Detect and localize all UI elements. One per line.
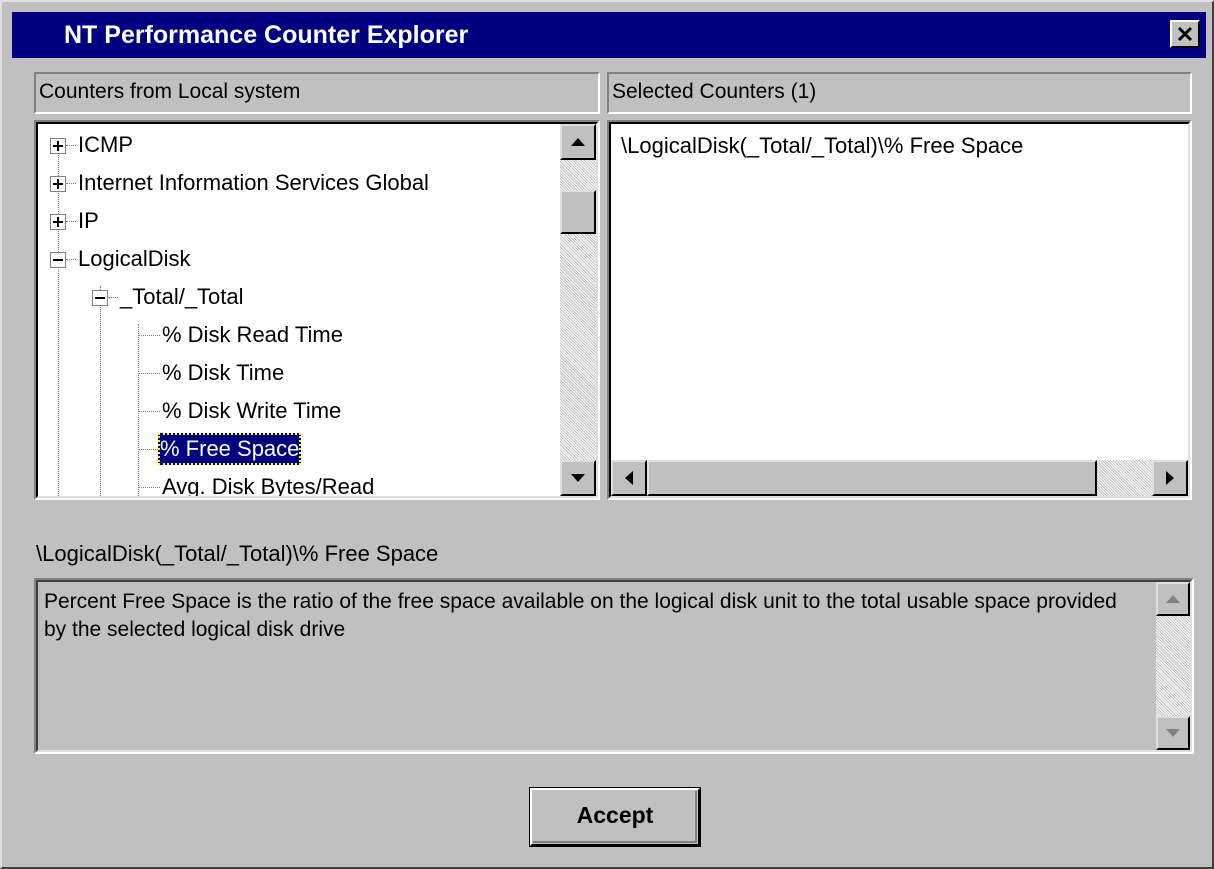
tree-item-label: _Total/_Total — [120, 284, 244, 309]
collapse-minus-icon[interactable] — [50, 252, 66, 268]
scroll-down-button[interactable] — [560, 460, 596, 496]
counter-tree[interactable]: ICMP Internet Information Services Globa… — [34, 120, 600, 500]
counters-header-label: Counters from Local system — [39, 80, 301, 103]
scroll-left-button[interactable] — [611, 460, 647, 496]
tree-item-label: ICMP — [78, 132, 133, 157]
selected-counters-header: Selected Counters (1) — [607, 72, 1192, 114]
scroll-thumb[interactable] — [560, 190, 596, 234]
arrow-down-icon — [1166, 729, 1180, 737]
expand-plus-icon[interactable] — [50, 214, 66, 230]
counter-description-box[interactable]: Percent Free Space is the ratio of the f… — [34, 578, 1194, 754]
tree-item[interactable]: _Total/_Total — [38, 278, 558, 316]
tree-item[interactable]: LogicalDisk — [38, 240, 558, 278]
tree-item[interactable]: % Disk Time — [38, 354, 558, 392]
counter-path-label: \LogicalDisk(_Total/_Total)\% Free Space — [36, 541, 439, 566]
tree-item-label: LogicalDisk — [78, 246, 191, 271]
close-button[interactable] — [1170, 20, 1200, 48]
selected-horizontal-scrollbar[interactable] — [611, 460, 1188, 496]
tree-item-label: % Disk Read Time — [162, 322, 343, 347]
selected-counters-list[interactable]: \LogicalDisk(_Total/_Total)\% Free Space — [607, 120, 1192, 500]
counters-header: Counters from Local system — [34, 72, 600, 114]
close-x-icon — [1177, 26, 1193, 42]
explorer-window: NT Performance Counter Explorer Counters… — [0, 0, 1214, 869]
title-bar[interactable]: NT Performance Counter Explorer — [12, 12, 1206, 58]
scroll-thumb[interactable] — [647, 460, 1097, 496]
accept-button[interactable]: Accept — [529, 787, 701, 847]
window-title: NT Performance Counter Explorer — [64, 21, 469, 49]
scroll-up-button[interactable] — [1156, 582, 1190, 616]
collapse-minus-icon[interactable] — [92, 290, 108, 306]
arrow-up-icon — [571, 138, 585, 146]
scroll-down-button[interactable] — [1156, 716, 1190, 750]
tree-item-selected[interactable]: % Free Space — [38, 430, 558, 468]
expand-plus-icon[interactable] — [50, 176, 66, 192]
tree-vertical-scrollbar[interactable] — [560, 124, 596, 496]
selected-counter-item[interactable]: \LogicalDisk(_Total/_Total)\% Free Space — [621, 128, 1023, 164]
tree-item[interactable]: % Disk Read Time — [38, 316, 558, 354]
scroll-up-button[interactable] — [560, 124, 596, 160]
tree-item-label: IP — [78, 208, 99, 233]
selected-counters-header-label: Selected Counters (1) — [612, 80, 817, 103]
tree-item-label: % Disk Time — [162, 360, 285, 385]
counter-description-text: Percent Free Space is the ratio of the f… — [44, 590, 1117, 641]
tree-item-label: Avg. Disk Bytes/Read — [162, 474, 375, 498]
expand-plus-icon[interactable] — [50, 138, 66, 154]
tree-item[interactable]: Internet Information Services Global — [38, 164, 558, 202]
arrow-left-icon — [625, 471, 633, 485]
tree-item[interactable]: Avg. Disk Bytes/Read — [38, 468, 558, 498]
tree-item[interactable]: IP — [38, 202, 558, 240]
tree-item[interactable]: ICMP — [38, 126, 558, 164]
arrow-down-icon — [571, 474, 585, 482]
description-vertical-scrollbar[interactable] — [1156, 582, 1190, 750]
arrow-right-icon — [1166, 471, 1174, 485]
scroll-right-button[interactable] — [1152, 460, 1188, 496]
arrow-up-icon — [1166, 595, 1180, 603]
tree-item-label: % Disk Write Time — [162, 398, 342, 423]
tree-item-label: Internet Information Services Global — [78, 170, 429, 195]
tree-item-label: % Free Space — [158, 433, 302, 465]
tree-item[interactable]: % Disk Write Time — [38, 392, 558, 430]
